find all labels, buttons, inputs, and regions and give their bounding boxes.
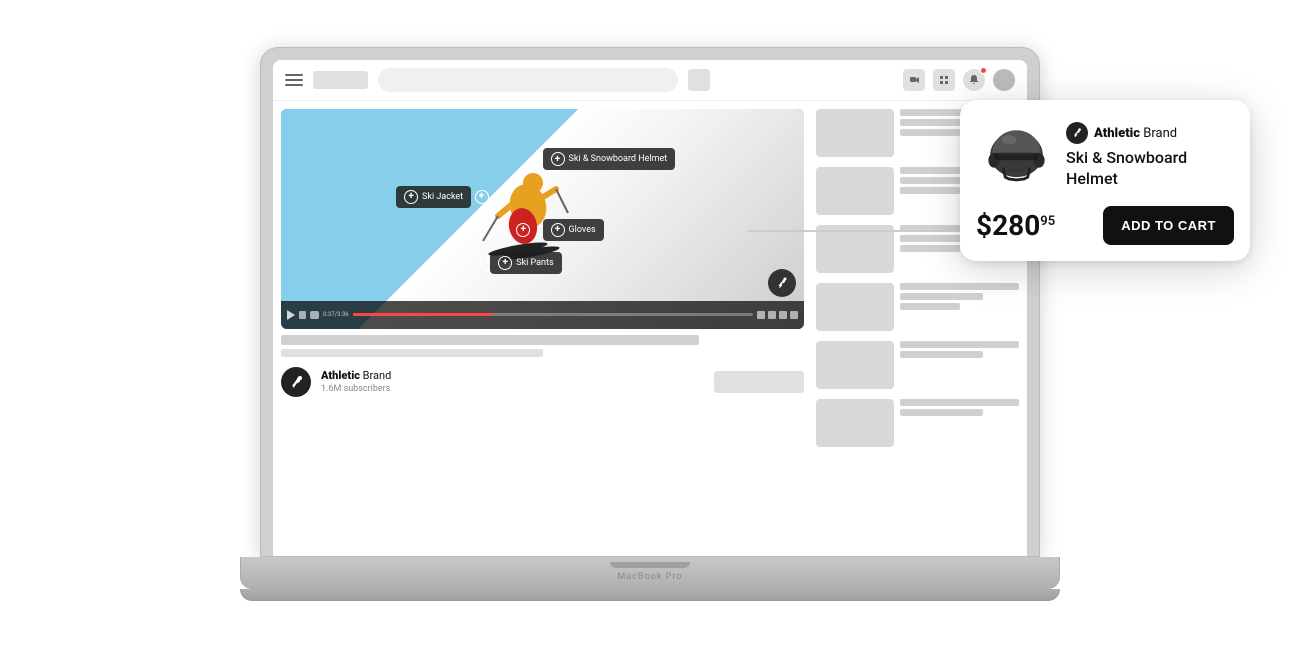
sidebar-item <box>816 399 1019 447</box>
subscriber-count: 1.6M subscribers <box>321 384 391 394</box>
channel-name: Athletic Brand <box>321 369 391 382</box>
sidebar-thumbnail <box>816 167 894 215</box>
progress-fill <box>353 313 493 316</box>
volume-button[interactable] <box>310 311 319 319</box>
channel-info: Athletic Brand 1.6M subscribers <box>281 367 804 397</box>
connector-line <box>748 230 948 232</box>
brand-row: Athletic Brand <box>1066 122 1234 144</box>
brand-icon-small <box>1066 122 1088 144</box>
subtitle-icon[interactable] <box>768 311 776 319</box>
tag-plus-icon: + <box>498 256 512 270</box>
laptop-model-label: MacBook Pro <box>618 572 683 582</box>
youtube-topbar <box>273 60 1027 101</box>
sidebar-thumbnail <box>816 109 894 157</box>
video-main: + Ski Jacket + Ski & Snowboard Helmet + … <box>273 101 812 556</box>
product-image <box>976 116 1056 196</box>
theater-icon[interactable] <box>779 311 787 319</box>
video-title-bar <box>281 335 699 345</box>
product-title: Ski & SnowboardHelmet <box>1066 148 1234 190</box>
search-bar[interactable] <box>378 68 678 92</box>
gloves-tag[interactable]: + Gloves <box>543 219 604 241</box>
sidebar-thumbnail <box>816 341 894 389</box>
topbar-icons <box>903 69 1015 91</box>
play-button[interactable] <box>287 310 295 320</box>
bell-icon[interactable] <box>963 69 985 91</box>
video-sub-bar <box>281 349 543 357</box>
progress-bar[interactable] <box>353 313 753 316</box>
product-card: Athletic Brand Ski & SnowboardHelmet $28… <box>960 100 1250 261</box>
sidebar-thumbnail <box>816 283 894 331</box>
brand-name: Athletic Brand <box>1094 126 1177 141</box>
ski-jacket-tag[interactable]: + Ski Jacket <box>396 186 471 208</box>
video-ctrl-icons <box>757 311 798 319</box>
search-button[interactable] <box>688 69 710 91</box>
grid-icon[interactable] <box>933 69 955 91</box>
video-time: 0:37/3:36 <box>323 311 349 318</box>
laptop-base: MacBook Pro <box>240 557 1060 589</box>
video-controls[interactable]: 0:37/3:36 <box>281 301 804 329</box>
camera-icon[interactable] <box>903 69 925 91</box>
add-to-cart-button[interactable]: ADD TO CART <box>1103 206 1234 245</box>
tag-plus-icon: + <box>404 190 418 204</box>
ski-pants-tag[interactable]: + Ski Pants <box>490 252 561 274</box>
sidebar-item <box>816 283 1019 331</box>
jacket-dot <box>475 190 489 204</box>
laptop-notch <box>610 562 690 568</box>
sidebar-thumbnail <box>816 399 894 447</box>
product-card-bottom: $28095 ADD TO CART <box>976 206 1234 245</box>
tag-plus-icon: + <box>551 223 565 237</box>
main-content: + Ski Jacket + Ski & Snowboard Helmet + … <box>273 101 1027 556</box>
tag-plus-icon: + <box>551 152 565 166</box>
hamburger-icon[interactable] <box>285 74 303 86</box>
channel-avatar <box>281 367 311 397</box>
sidebar-item <box>816 341 1019 389</box>
ski-helmet-tag[interactable]: + Ski & Snowboard Helmet <box>543 148 676 170</box>
product-brand-info: Athletic Brand Ski & SnowboardHelmet <box>1066 122 1234 190</box>
subscribe-button[interactable] <box>714 371 804 393</box>
product-price: $28095 <box>976 209 1055 242</box>
brand-icon-video <box>768 269 796 297</box>
notification-dot <box>980 67 987 74</box>
yt-logo <box>313 71 368 89</box>
product-card-top: Athletic Brand Ski & SnowboardHelmet <box>976 116 1234 196</box>
user-avatar[interactable] <box>993 69 1015 91</box>
laptop-foot <box>240 589 1060 601</box>
fullscreen-icon[interactable] <box>790 311 798 319</box>
video-player[interactable]: + Ski Jacket + Ski & Snowboard Helmet + … <box>281 109 804 329</box>
video-info <box>281 335 804 357</box>
settings-icon[interactable] <box>757 311 765 319</box>
channel-text: Athletic Brand 1.6M subscribers <box>321 369 391 394</box>
skip-button[interactable] <box>299 311 306 319</box>
